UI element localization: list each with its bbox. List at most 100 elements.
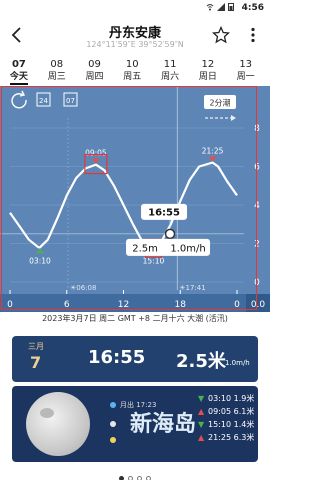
status-bar: 4:56 [0, 0, 270, 18]
day-tab-date: 07 [11, 59, 26, 70]
cursor-dot[interactable] [164, 228, 176, 240]
interval-label: 2分潮 [209, 98, 230, 108]
x-tick-label: 0 [7, 300, 13, 310]
moon-row-3 [110, 436, 120, 444]
x-tick-label: 6 [64, 300, 70, 310]
day-number: 7 [30, 353, 42, 372]
more-vertical-icon [251, 27, 255, 43]
app-header: 丹东安康 124°11′59″E 39°52′59″N [0, 18, 270, 58]
day-tab-date: 12 [201, 59, 215, 70]
day-tab-weekday: 周六 [161, 72, 180, 82]
refresh-icon[interactable] [11, 90, 27, 109]
day-tab-date: 11 [163, 59, 177, 70]
tide-extreme-height: 1.9米 [233, 394, 255, 403]
arrow-down-icon: ▼ [198, 394, 205, 403]
favorite-button[interactable] [211, 25, 231, 48]
arrow-up-icon: ▲ [198, 433, 205, 442]
calendar-07-icon[interactable]: 07 [63, 92, 78, 107]
unit-label: 0.0 [251, 300, 266, 310]
page-dot-1[interactable] [119, 476, 124, 480]
x-tick-label: 0 [234, 300, 240, 310]
arrow-up-icon: ▲ [198, 407, 205, 416]
tide-extreme-height: 1.4米 [233, 420, 255, 429]
arrow-down-icon: ▼ [198, 420, 205, 429]
month-label: 三月 [28, 342, 44, 351]
wifi-icon [206, 3, 214, 10]
day-tab-date: 10 [125, 59, 139, 70]
day-tab-date: 08 [50, 59, 64, 70]
x-axis-strip [0, 294, 270, 312]
day-tab-weekday: 周五 [123, 72, 142, 82]
status-time: 4:56 [241, 3, 264, 13]
current-speed: 1.0m/h [225, 359, 250, 367]
brand-watermark: 新海岛 [130, 412, 197, 437]
cursor-height: 2.5m [132, 243, 158, 254]
signal-icon [217, 2, 225, 11]
cursor-time: 16:55 [148, 207, 180, 218]
tide-chart[interactable]: 24 07 2分潮 0 2 4 6 8 0.0 0 6 12 18 0 ☀06:08 ☀17:41 03:… [0, 86, 270, 312]
page-indicator [0, 466, 270, 480]
day-tab-weekday: 周三 [47, 72, 66, 82]
day-tabs: 07 今天 08 周三 09 周四 10 周五 11 周六 12 周日 13 周一 [0, 58, 270, 86]
extreme-label: 09:05 [85, 149, 107, 158]
cursor-speed: 1.0m/h [170, 243, 205, 254]
tide-extreme-time: 09:05 [208, 407, 234, 416]
calendar-07-label: 07 [66, 97, 75, 105]
tide-extreme-row: ▼ 15:10 1.4米 [198, 418, 258, 431]
moonrise-dot [110, 402, 116, 408]
moon-tide-panel: 月出 17:23 新海岛 ▼ 03:10 1.9米 ▲ 09:05 6.1米 ▼ 15:1… [12, 386, 258, 462]
day-tab[interactable]: 13 周一 [227, 58, 265, 86]
day-tab[interactable]: 11 周六 [151, 58, 189, 86]
high-tide-marker [91, 158, 100, 164]
y-tick-label: 8 [254, 124, 260, 134]
more-button[interactable] [244, 26, 262, 48]
tide-extreme-height: 6.3米 [233, 433, 255, 442]
tide-chart-svg: 24 07 2分潮 024680.00 6 12 18 0☀06:08 ☀17:4103:… [0, 86, 270, 312]
page-dot-2[interactable] [128, 476, 133, 480]
calendar-24-label: 24 [39, 97, 48, 105]
moon-dot [110, 421, 116, 427]
interval-toggle[interactable]: 2分潮 [204, 95, 236, 109]
day-tab-date: 13 [239, 59, 253, 70]
current-tide-card: 三月 7 16:55 2.5米 1.0m/h [12, 336, 258, 382]
moon-phase-image [26, 392, 90, 456]
high-tide-marker [208, 156, 217, 162]
y-tick-label: 4 [254, 201, 260, 211]
day-tab-weekday: 周四 [85, 72, 104, 82]
day-tab[interactable]: 10 周五 [113, 58, 151, 86]
extreme-label: 21:25 [202, 147, 224, 156]
day-tab-date: 09 [88, 59, 101, 70]
y-tick-label: 6 [254, 163, 260, 173]
tide-extreme-row: ▲ 09:05 6.1米 [198, 405, 258, 418]
date-info: 2023年3月7日 周二 GMT +8 二月十六 大潮 (活汛) [42, 314, 228, 323]
sun-dot [110, 437, 116, 443]
battery-icon [228, 3, 234, 11]
calendar-24-icon[interactable]: 24 [36, 92, 51, 107]
day-tab[interactable]: 07 今天 [0, 58, 38, 86]
tide-extreme-row: ▲ 21:25 6.3米 [198, 431, 258, 444]
current-height: 2.5米 [176, 351, 226, 372]
current-time: 16:55 [88, 347, 146, 368]
sunrise-label: ☀06:08 [70, 284, 96, 292]
extreme-label: 03:10 [29, 256, 51, 265]
day-tab-weekday: 今天 [9, 71, 28, 85]
wind-arrows-icon [205, 115, 236, 121]
tide-extremes-list: ▼ 03:10 1.9米 ▲ 09:05 6.1米 ▼ 15:10 1.4米 ▲ 21:25 … [198, 392, 258, 444]
day-tab-weekday: 周一 [236, 72, 255, 82]
y-tick-label: 2 [254, 240, 260, 250]
tide-extreme-time: 21:25 [208, 433, 234, 442]
moon-row-2 [110, 420, 120, 428]
y-tick-label: 0 [254, 278, 260, 288]
status-icons [206, 2, 234, 11]
page-dot-3[interactable] [137, 476, 142, 480]
tide-extreme-time: 15:10 [208, 420, 234, 429]
low-tide-marker [35, 248, 44, 254]
day-tab[interactable]: 09 周四 [76, 58, 114, 86]
tide-extreme-height: 6.1米 [233, 407, 255, 416]
day-tab[interactable]: 12 周日 [189, 58, 227, 86]
tide-extreme-time: 03:10 [208, 394, 234, 403]
x-tick-label: 12 [118, 300, 129, 310]
day-tab[interactable]: 08 周三 [38, 58, 76, 86]
page-dot-4[interactable] [146, 476, 151, 480]
day-tab-weekday: 周日 [198, 72, 217, 82]
